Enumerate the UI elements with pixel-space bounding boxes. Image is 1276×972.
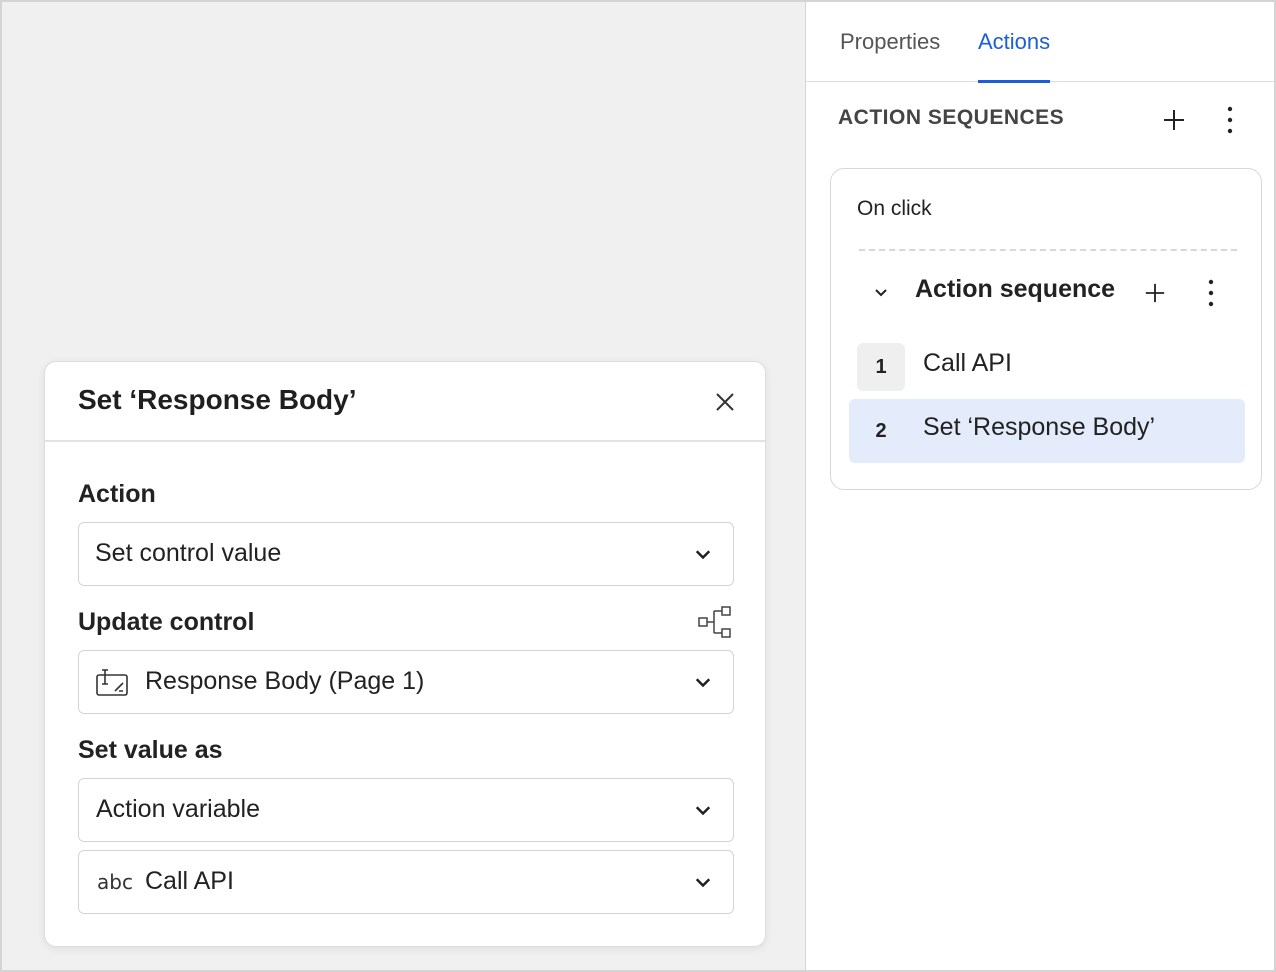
action-select[interactable]: Set control value xyxy=(78,522,734,586)
text-input-icon xyxy=(96,669,128,696)
update-control-select[interactable]: Response Body (Page 1) xyxy=(78,650,734,714)
update-control-value: Response Body (Page 1) xyxy=(145,667,425,695)
chevron-down-icon xyxy=(695,806,711,816)
hierarchy-icon xyxy=(698,606,731,638)
divider xyxy=(859,249,1237,251)
more-vertical-icon xyxy=(1208,279,1214,307)
app-window: Properties Actions ACTION SEQUENCES On c… xyxy=(0,0,1276,972)
chevron-down-icon xyxy=(695,550,711,560)
step-number: 2 xyxy=(875,419,887,442)
collapse-sequence-button[interactable] xyxy=(865,277,897,309)
action-variable-value: Call API xyxy=(145,867,234,895)
plus-icon xyxy=(1164,110,1184,130)
modal-title: Set ‘Response Body’ xyxy=(78,384,357,415)
more-vertical-icon xyxy=(1227,106,1233,134)
close-button[interactable] xyxy=(709,386,741,418)
editor-panel: Properties Actions ACTION SEQUENCES On c… xyxy=(806,2,1274,970)
action-config-modal: Set ‘Response Body’ Action Set control v… xyxy=(44,361,766,947)
set-value-select[interactable]: Action variable xyxy=(78,778,734,842)
set-value-label: Set value as xyxy=(78,736,223,764)
section-more-button[interactable] xyxy=(1214,104,1246,136)
chevron-down-icon xyxy=(875,289,887,297)
plus-icon xyxy=(1145,283,1165,303)
abc-type-icon: abc xyxy=(97,870,133,894)
modal-header: Set ‘Response Body’ xyxy=(45,362,765,442)
step-label: Set ‘Response Body’ xyxy=(923,413,1156,441)
action-variable-select[interactable]: abc Call API xyxy=(78,850,734,914)
close-icon xyxy=(716,393,734,411)
action-label: Action xyxy=(78,480,156,508)
action-sequence-card: On click Action sequence 1 Call API 2 Se… xyxy=(830,168,1262,490)
step-label: Call API xyxy=(923,349,1012,377)
set-value-value: Action variable xyxy=(96,795,260,823)
add-action-button[interactable] xyxy=(1139,277,1171,309)
sequence-more-button[interactable] xyxy=(1195,277,1227,309)
control-tree-button[interactable] xyxy=(697,604,733,640)
trigger-label: On click xyxy=(857,197,932,220)
action-step[interactable]: 1 Call API xyxy=(849,335,1245,399)
tab-actions[interactable]: Actions xyxy=(978,26,1051,83)
action-step-selected[interactable]: 2 Set ‘Response Body’ xyxy=(849,399,1245,463)
update-control-label: Update control xyxy=(78,608,255,636)
action-select-value: Set control value xyxy=(95,539,282,567)
panel-tabs: Properties Actions xyxy=(806,2,1274,83)
step-number: 1 xyxy=(857,343,905,391)
add-sequence-button[interactable] xyxy=(1158,104,1190,136)
chevron-down-icon xyxy=(695,678,711,688)
sequence-title: Action sequence xyxy=(915,275,1116,303)
chevron-down-icon xyxy=(695,878,711,888)
tab-properties[interactable]: Properties xyxy=(840,26,940,82)
section-title-action-sequences: ACTION SEQUENCES xyxy=(838,106,1065,129)
